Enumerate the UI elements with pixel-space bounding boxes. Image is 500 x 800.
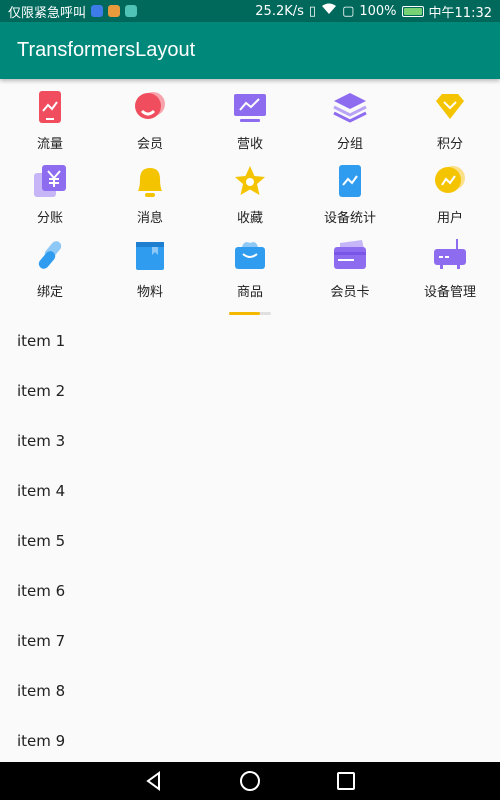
icon-grid: 流量 会员 营收 分组 积分 分账 消息 收藏 设备统计 用户 绑定 物料 商品… [0,84,500,306]
wifi-icon [321,3,337,19]
star-icon [232,163,268,199]
grid-item-group[interactable]: 分组 [300,84,400,158]
clock: 中午11:32 [428,5,492,21]
list-item[interactable]: item 4 [0,466,500,516]
vibrate-icon: ▯ [308,3,317,19]
grid-item-label: 积分 [436,137,463,152]
grid-item-points[interactable]: 积分 [400,84,500,158]
android-app-icon [125,5,138,17]
router-icon [432,237,468,273]
grid-item-favorite[interactable]: 收藏 [200,158,300,232]
user-icon [432,163,468,199]
list-item[interactable]: item 5 [0,516,500,566]
home-circle-icon [240,771,260,791]
back-button[interactable] [142,769,166,793]
grid-item-flow[interactable]: 流量 [0,84,100,158]
battery-icon [401,5,424,17]
grid-item-label: 营收 [236,137,263,152]
status-left: 仅限紧急呼叫 [8,2,138,21]
grid-item-device-manage[interactable]: 设备管理 [400,232,500,306]
status-bar: 仅限紧急呼叫 25.2K/s ▯ ▢ 100% 中午11:32 [0,0,500,22]
grid-item-device-stats[interactable]: 设备统计 [300,158,400,232]
sim-icon: ▢ [342,3,355,19]
basket-icon [232,237,268,273]
list-item[interactable]: item 6 [0,566,500,616]
grid-item-label: 会员卡 [330,285,370,300]
grid-item-label: 分组 [336,137,363,152]
grid-item-message[interactable]: 消息 [100,158,200,232]
grid-item-member-card[interactable]: 会员卡 [300,232,400,306]
list-item[interactable]: item 9 [0,716,500,766]
home-button[interactable] [238,769,262,793]
monitor-chart-icon [232,89,268,125]
bell-icon [132,163,168,199]
list-item-label: item 2 [17,382,66,400]
recents-button[interactable] [334,769,358,793]
list-item[interactable]: item 2 [0,366,500,416]
back-triangle-icon [146,771,160,791]
list-item-label: item 4 [17,482,66,500]
diamond-icon [432,89,468,125]
member-icon [132,89,168,125]
yen-icon [32,163,68,199]
heart-app-icon [108,5,121,17]
card-icon [332,237,368,273]
list-item[interactable]: item 7 [0,616,500,666]
recents-square-icon [337,772,355,790]
navigation-bar [0,762,500,800]
grid-item-label: 收藏 [236,211,263,226]
list-item-label: item 3 [17,432,66,450]
list-item[interactable]: item 1 [0,316,500,366]
grid-item-label: 用户 [436,211,463,226]
tablet-chart-icon [32,89,68,125]
grid-item-label: 消息 [136,211,163,226]
grid-item-label: 会员 [136,137,163,152]
net-speed: 25.2K/s [255,3,304,19]
layers-icon [332,89,368,125]
grid-item-bind[interactable]: 绑定 [0,232,100,306]
phone-chart-icon [332,163,368,199]
list-item-label: item 7 [17,632,66,650]
list-item-label: item 9 [17,732,66,750]
shield-app-icon [91,5,104,17]
list-item[interactable]: item 8 [0,666,500,716]
box-icon [132,237,168,273]
grid-item-label: 分账 [36,211,63,226]
carrier-text: 仅限紧急呼叫 [8,5,87,21]
list-item-label: item 5 [17,532,66,550]
link-icon [32,237,68,273]
grid-item-member[interactable]: 会员 [100,84,200,158]
grid-item-label: 设备统计 [323,211,376,226]
item-list: item 1 item 2 item 3 item 4 item 5 item … [0,316,500,766]
list-item-label: item 8 [17,682,66,700]
page-indicator-thumb [229,312,260,315]
app-bar: TransformersLayout [0,22,500,79]
grid-item-label: 商品 [236,285,263,300]
list-item-label: item 1 [17,332,66,350]
grid-item-label: 设备管理 [423,285,476,300]
list-item-label: item 6 [17,582,66,600]
battery-percent: 100% [359,3,397,19]
list-item[interactable]: item 3 [0,416,500,466]
grid-item-label: 物料 [136,285,163,300]
grid-item-revenue[interactable]: 营收 [200,84,300,158]
grid-item-material[interactable]: 物料 [100,232,200,306]
status-right: 25.2K/s ▯ ▢ 100% 中午11:32 [255,2,492,21]
grid-item-user[interactable]: 用户 [400,158,500,232]
grid-item-label: 流量 [36,137,63,152]
grid-item-goods[interactable]: 商品 [200,232,300,306]
app-title: TransformersLayout [17,39,196,61]
grid-item-label: 绑定 [36,285,63,300]
grid-item-split[interactable]: 分账 [0,158,100,232]
